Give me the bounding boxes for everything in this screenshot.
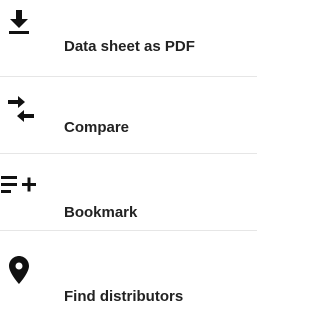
product-actions-panel: Data sheet as PDF Compare Bookmark Find … <box>0 0 257 317</box>
find-distributors-label: Find distributors <box>64 288 184 305</box>
map-pin-icon <box>9 256 29 284</box>
datasheet-pdf-label: Data sheet as PDF <box>64 38 195 55</box>
compare-arrows-icon <box>8 95 34 123</box>
datasheet-pdf-action[interactable]: Data sheet as PDF <box>0 0 257 76</box>
compare-action[interactable]: Compare <box>0 77 257 153</box>
find-distributors-action[interactable]: Find distributors <box>0 231 257 317</box>
bookmark-action[interactable]: Bookmark <box>0 154 257 230</box>
download-icon <box>8 10 30 34</box>
playlist-add-icon <box>1 174 37 198</box>
compare-label: Compare <box>64 119 130 136</box>
bookmark-label: Bookmark <box>64 204 138 221</box>
